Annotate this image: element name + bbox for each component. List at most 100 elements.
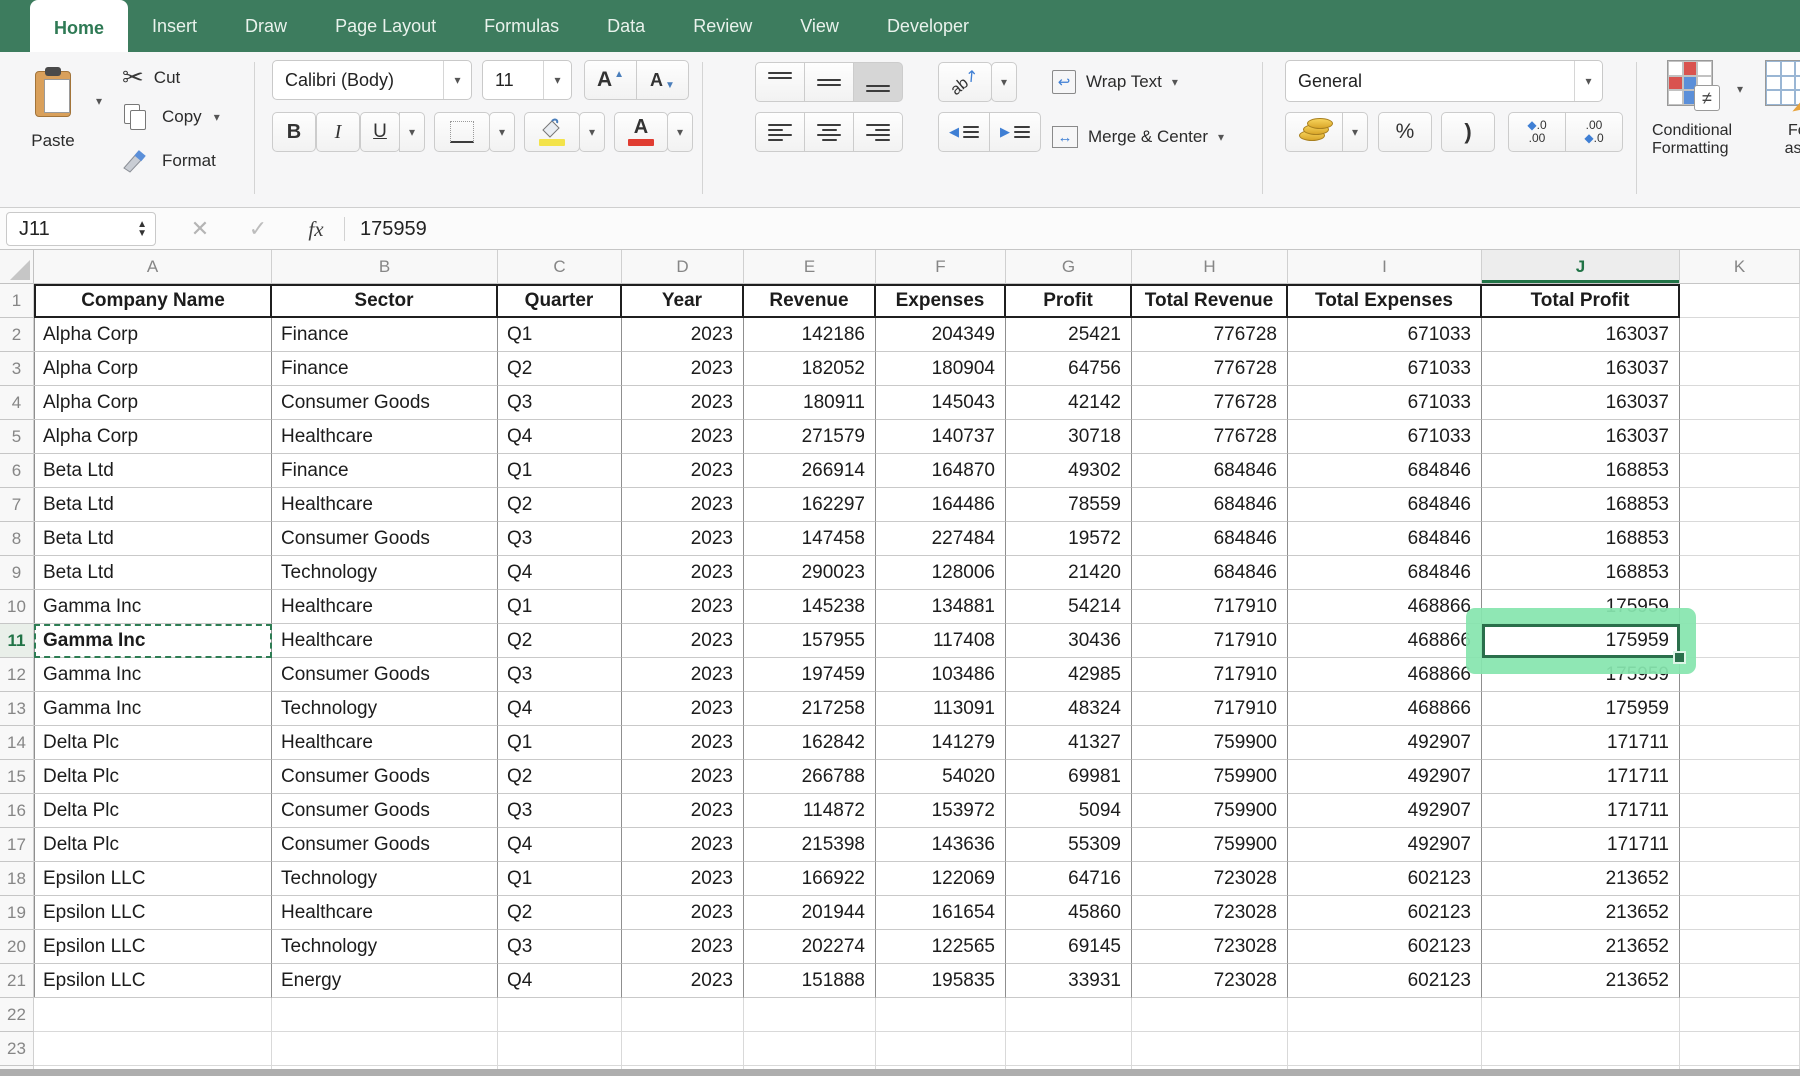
column-header-E[interactable]: E: [744, 250, 876, 284]
cell-B6[interactable]: Finance: [272, 454, 498, 488]
cell-E9[interactable]: 290023: [744, 556, 876, 590]
cell-E11[interactable]: 157955: [744, 624, 876, 658]
cell-F4[interactable]: 145043: [876, 386, 1006, 420]
row-header-2[interactable]: 2: [0, 318, 34, 352]
cell-D4[interactable]: 2023: [622, 386, 744, 420]
percent-style-button[interactable]: %: [1378, 112, 1432, 152]
cell-J13[interactable]: 175959: [1482, 692, 1680, 726]
cell-A6[interactable]: Beta Ltd: [34, 454, 272, 488]
cell-I9[interactable]: 684846: [1288, 556, 1482, 590]
cell-E13[interactable]: 217258: [744, 692, 876, 726]
cell-D16[interactable]: 2023: [622, 794, 744, 828]
cell-C2[interactable]: Q1: [498, 318, 622, 352]
cell-K22[interactable]: [1680, 998, 1800, 1032]
row-header-19[interactable]: 19: [0, 896, 34, 930]
cell-H6[interactable]: 684846: [1132, 454, 1288, 488]
cell-B21[interactable]: Energy: [272, 964, 498, 998]
cell-A15[interactable]: Delta Plc: [34, 760, 272, 794]
cell-K5[interactable]: [1680, 420, 1800, 454]
align-left-button[interactable]: [755, 112, 805, 152]
cell-G2[interactable]: 25421: [1006, 318, 1132, 352]
cell-I6[interactable]: 684846: [1288, 454, 1482, 488]
cell-J22[interactable]: [1482, 998, 1680, 1032]
italic-button[interactable]: I: [316, 112, 360, 152]
cell-E20[interactable]: 202274: [744, 930, 876, 964]
font-color-button[interactable]: A: [614, 112, 668, 152]
cell-E15[interactable]: 266788: [744, 760, 876, 794]
cell-G15[interactable]: 69981: [1006, 760, 1132, 794]
cell-B14[interactable]: Healthcare: [272, 726, 498, 760]
cell-F5[interactable]: 140737: [876, 420, 1006, 454]
cell-B11[interactable]: Healthcare: [272, 624, 498, 658]
cell-G7[interactable]: 78559: [1006, 488, 1132, 522]
cell-K2[interactable]: [1680, 318, 1800, 352]
grow-font-button[interactable]: A ▲: [584, 60, 637, 100]
cell-K17[interactable]: [1680, 828, 1800, 862]
cell-H8[interactable]: 684846: [1132, 522, 1288, 556]
cell-A9[interactable]: Beta Ltd: [34, 556, 272, 590]
cell-H1[interactable]: Total Revenue: [1132, 284, 1288, 318]
column-header-A[interactable]: A: [34, 250, 272, 284]
cell-D18[interactable]: 2023: [622, 862, 744, 896]
cell-E5[interactable]: 271579: [744, 420, 876, 454]
cell-H15[interactable]: 759900: [1132, 760, 1288, 794]
cell-H18[interactable]: 723028: [1132, 862, 1288, 896]
cell-B2[interactable]: Finance: [272, 318, 498, 352]
cell-K1[interactable]: [1680, 284, 1800, 318]
cell-I1[interactable]: Total Expenses: [1288, 284, 1482, 318]
row-header-3[interactable]: 3: [0, 352, 34, 386]
cell-J19[interactable]: 213652: [1482, 896, 1680, 930]
cell-F14[interactable]: 141279: [876, 726, 1006, 760]
cell-F11[interactable]: 117408: [876, 624, 1006, 658]
cell-D20[interactable]: 2023: [622, 930, 744, 964]
cell-E23[interactable]: [744, 1032, 876, 1066]
copy-button[interactable]: Copy ▾: [124, 104, 220, 130]
row-header-5[interactable]: 5: [0, 420, 34, 454]
cell-I2[interactable]: 671033: [1288, 318, 1482, 352]
cell-E7[interactable]: 162297: [744, 488, 876, 522]
cell-F20[interactable]: 122565: [876, 930, 1006, 964]
cell-J20[interactable]: 213652: [1482, 930, 1680, 964]
cell-F3[interactable]: 180904: [876, 352, 1006, 386]
cell-E16[interactable]: 114872: [744, 794, 876, 828]
cell-D11[interactable]: 2023: [622, 624, 744, 658]
cell-G11[interactable]: 30436: [1006, 624, 1132, 658]
cell-K15[interactable]: [1680, 760, 1800, 794]
cell-B7[interactable]: Healthcare: [272, 488, 498, 522]
orientation-button[interactable]: ab↗: [938, 62, 992, 102]
cell-J18[interactable]: 213652: [1482, 862, 1680, 896]
cell-A21[interactable]: Epsilon LLC: [34, 964, 272, 998]
cell-G19[interactable]: 45860: [1006, 896, 1132, 930]
currency-dropdown[interactable]: ▾: [1342, 112, 1368, 152]
cell-F15[interactable]: 54020: [876, 760, 1006, 794]
align-middle-button[interactable]: [804, 62, 854, 102]
merge-center-button[interactable]: ↔ Merge & Center ▾: [1052, 126, 1224, 148]
cell-D12[interactable]: 2023: [622, 658, 744, 692]
cell-A12[interactable]: Gamma Inc: [34, 658, 272, 692]
fill-handle[interactable]: [1673, 651, 1686, 664]
cell-J14[interactable]: 171711: [1482, 726, 1680, 760]
tab-developer[interactable]: Developer: [863, 0, 993, 52]
decrease-indent-button[interactable]: ◀: [938, 112, 990, 152]
tab-insert[interactable]: Insert: [128, 0, 221, 52]
cell-C6[interactable]: Q1: [498, 454, 622, 488]
cell-B8[interactable]: Consumer Goods: [272, 522, 498, 556]
cell-K18[interactable]: [1680, 862, 1800, 896]
formula-bar-value[interactable]: 175959: [360, 208, 427, 250]
cell-A23[interactable]: [34, 1032, 272, 1066]
cell-C9[interactable]: Q4: [498, 556, 622, 590]
cell-B17[interactable]: Consumer Goods: [272, 828, 498, 862]
cell-I17[interactable]: 492907: [1288, 828, 1482, 862]
tab-data[interactable]: Data: [583, 0, 669, 52]
tab-formulas[interactable]: Formulas: [460, 0, 583, 52]
cell-A3[interactable]: Alpha Corp: [34, 352, 272, 386]
cell-A4[interactable]: Alpha Corp: [34, 386, 272, 420]
cell-K13[interactable]: [1680, 692, 1800, 726]
column-header-C[interactable]: C: [498, 250, 622, 284]
cell-I21[interactable]: 602123: [1288, 964, 1482, 998]
cell-I10[interactable]: 468866: [1288, 590, 1482, 624]
row-header-1[interactable]: 1: [0, 284, 34, 318]
tab-review[interactable]: Review: [669, 0, 776, 52]
cell-D21[interactable]: 2023: [622, 964, 744, 998]
font-size-dropdown-arrow[interactable]: ▾: [543, 61, 571, 99]
